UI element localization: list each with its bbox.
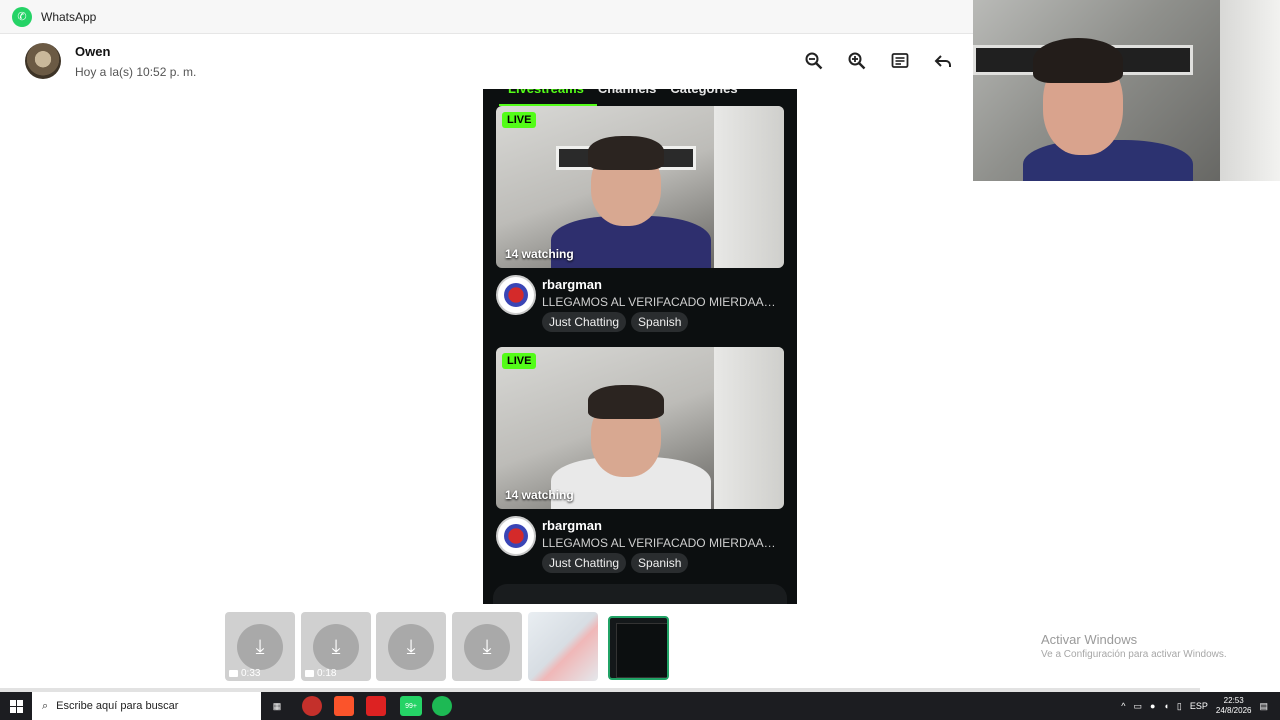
brave-browser-icon[interactable] — [334, 696, 354, 716]
volume-icon[interactable]: ◖ — [1163, 701, 1168, 711]
network-icon[interactable]: ▭ — [1134, 701, 1143, 712]
search-placeholder: Escribe aquí para buscar — [56, 700, 179, 712]
download-icon: ⤓ — [313, 624, 359, 670]
stream-tabs: Livestreams Channels Categories — [483, 89, 797, 105]
tab-channels: Channels — [598, 89, 657, 105]
app-icon[interactable] — [302, 696, 322, 716]
chevron-up-icon[interactable]: ^ — [1121, 701, 1125, 711]
battery-icon[interactable]: ▯ — [1177, 701, 1182, 712]
windows-taskbar: ⌕ Escribe aquí para buscar ▦ 99+ ^ ▭ ● ◖… — [0, 692, 1280, 720]
tag-language: Spanish — [631, 312, 689, 332]
webcam-overlay — [973, 0, 1280, 181]
channel-name: rbargman — [542, 518, 602, 533]
download-icon: ⤓ — [237, 624, 283, 670]
channel-avatar — [496, 275, 536, 315]
video-app-icon[interactable] — [366, 696, 386, 716]
app-titlebar: ✆ WhatsApp — [0, 0, 973, 34]
zoom-out-icon — [805, 52, 823, 70]
windows-logo-icon — [9, 699, 23, 713]
app-bottom-nav — [493, 584, 787, 604]
thumbnail-video[interactable]: ⤓ 0:18 — [301, 612, 371, 681]
stream-thumbnail: LIVE 14 watching — [496, 347, 784, 509]
viewer-count: 14 watching — [505, 488, 574, 502]
tab-livestreams: Livestreams — [508, 89, 584, 105]
taskbar-clock[interactable]: 22:53 24/8/2026 — [1216, 696, 1252, 716]
stream-tags: Just Chatting Spanish — [542, 553, 689, 573]
stream-thumbnail: LIVE 14 watching — [496, 106, 784, 268]
thumbnail-selected[interactable] — [608, 616, 669, 680]
spotify-icon[interactable] — [432, 696, 452, 716]
channel-avatar — [496, 516, 536, 556]
taskbar-search[interactable]: ⌕ Escribe aquí para buscar — [32, 692, 261, 720]
system-tray: ^ ▭ ● ◖ ▯ ESP 22:53 24/8/2026 ▤ — [1121, 692, 1280, 720]
download-icon: ⤓ — [388, 624, 434, 670]
activate-windows-subtitle: Ve a Configuración para activar Windows. — [1041, 649, 1227, 660]
stream-tags: Just Chatting Spanish — [542, 312, 689, 332]
message-timestamp: Hoy a la(s) 10:52 p. m. — [75, 65, 197, 79]
app-name: WhatsApp — [41, 9, 97, 24]
notifications-icon[interactable]: ▤ — [1259, 701, 1268, 712]
reply-button[interactable] — [932, 50, 954, 72]
thumbnail-download[interactable]: ⤓ — [376, 612, 446, 681]
thumbnail-image[interactable] — [528, 612, 598, 681]
stream-title: LLEGAMOS AL VERIFACADO MIERDAAA! E... — [542, 536, 782, 550]
whatsapp-logo-icon: ✆ — [12, 6, 32, 27]
viewer-count: 14 watching — [505, 247, 574, 261]
channel-name: rbargman — [542, 277, 602, 292]
task-view-icon[interactable]: ▦ — [267, 696, 287, 716]
clock-date: 24/8/2026 — [1215, 706, 1252, 715]
thumbnail-video[interactable]: ⤓ 0:33 — [225, 612, 295, 681]
tag-category: Just Chatting — [542, 553, 627, 573]
zoom-in-button[interactable] — [846, 50, 868, 72]
live-badge: LIVE — [502, 112, 537, 128]
go-to-message-button[interactable] — [889, 50, 911, 72]
clock-time: 22:53 — [1223, 696, 1244, 705]
media-viewer-header: Owen Hoy a la(s) 10:52 p. m. — [0, 34, 973, 89]
whatsapp-taskbar-icon[interactable]: 99+ — [400, 696, 422, 716]
activate-windows-title: Activar Windows — [1041, 632, 1138, 647]
video-duration: 0:33 — [241, 668, 261, 679]
thumbnail-download[interactable]: ⤓ — [452, 612, 522, 681]
tab-categories: Categories — [670, 89, 737, 105]
language-indicator[interactable]: ESP — [1190, 701, 1208, 711]
video-camera-icon — [229, 670, 238, 677]
download-icon: ⤓ — [464, 624, 510, 670]
windows-start-button[interactable] — [0, 692, 32, 720]
zoom-out-button[interactable] — [803, 50, 825, 72]
tag-language: Spanish — [631, 553, 689, 573]
zoom-in-icon — [848, 52, 866, 70]
live-badge: LIVE — [502, 353, 537, 369]
video-duration: 0:18 — [317, 668, 337, 679]
message-icon — [891, 53, 909, 68]
contact-avatar[interactable] — [25, 43, 61, 79]
video-camera-icon — [305, 670, 314, 677]
notification-badge: 99+ — [405, 702, 417, 710]
media-thumbnail-strip: ⤓ 0:33 ⤓ 0:18 ⤓ ⤓ — [0, 604, 1280, 690]
search-icon: ⌕ — [42, 699, 49, 712]
reply-icon — [934, 55, 951, 67]
media-image: Livestreams Channels Categories LIVE 14 … — [483, 89, 797, 604]
tag-category: Just Chatting — [542, 312, 627, 332]
stream-title: LLEGAMOS AL VERIFACADO MIERDAAA! E... — [542, 295, 782, 309]
contact-name[interactable]: Owen — [75, 44, 110, 59]
microphone-icon[interactable]: ● — [1150, 701, 1155, 711]
